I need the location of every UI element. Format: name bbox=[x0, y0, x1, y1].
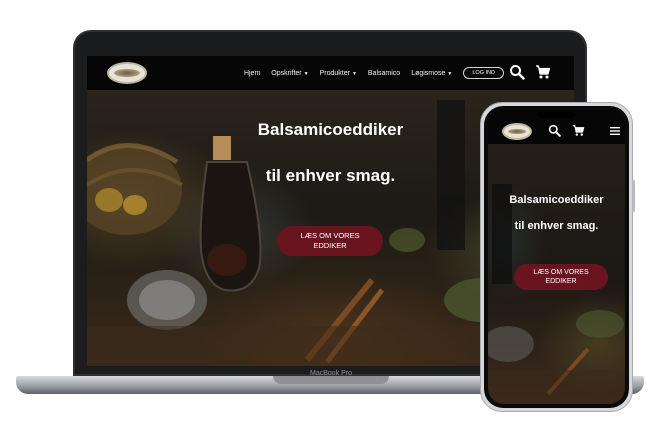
hero-title-line2: til enhver smag. bbox=[514, 220, 599, 232]
nav-links: Hjem Opskrifter ▼ Produkter ▼ Balsamico Lø… bbox=[244, 56, 504, 90]
menu-icon[interactable] bbox=[610, 126, 620, 136]
nav-item-label: Produkter bbox=[319, 69, 350, 77]
button-label: LÆS OM VORES EDDIKER bbox=[533, 268, 588, 286]
button-label-line2: EDDIKER bbox=[313, 241, 347, 250]
caret-down-icon: ▼ bbox=[447, 70, 453, 77]
read-about-vinegars-button[interactable]: LÆS OM VORES EDDIKER bbox=[277, 226, 383, 256]
phone-side-button bbox=[632, 180, 635, 212]
laptop-notch bbox=[273, 376, 389, 384]
hero-title-line1: Balsamicoeddiker bbox=[509, 194, 604, 206]
phone-speaker bbox=[538, 112, 576, 118]
button-label-line1: LÆS OM VORES bbox=[533, 269, 589, 276]
logo-icon[interactable] bbox=[107, 62, 147, 84]
nav-item-label: Opskrifter bbox=[271, 69, 302, 77]
search-icon[interactable] bbox=[509, 64, 525, 80]
nav-item-hjem[interactable]: Hjem bbox=[244, 70, 260, 77]
search-icon[interactable] bbox=[548, 124, 561, 137]
button-label-line2: EDDIKER bbox=[545, 278, 577, 285]
caret-down-icon: ▼ bbox=[351, 70, 357, 77]
caret-down-icon: ▼ bbox=[303, 70, 309, 77]
phone-screen: Balsamicoeddiker til enhver smag. LÆS OM… bbox=[488, 110, 625, 404]
login-button[interactable]: LOG IND bbox=[463, 67, 504, 79]
nav-item-label: Balsamico bbox=[367, 69, 401, 77]
nav-item-logismose[interactable]: Løgismose ▼ bbox=[411, 70, 452, 77]
read-about-vinegars-button[interactable]: LÆS OM VORES EDDIKER bbox=[514, 264, 608, 290]
logo-icon[interactable] bbox=[502, 123, 532, 140]
site-nav: Hjem Opskrifter ▼ Produkter ▼ Balsamico Lø… bbox=[87, 56, 574, 90]
logo-mark bbox=[114, 68, 140, 78]
nav-item-label: Hjem bbox=[243, 69, 261, 77]
nav-item-opskrifter[interactable]: Opskrifter ▼ bbox=[271, 70, 308, 77]
phone-hero-section: Balsamicoeddiker til enhver smag. LÆS OM… bbox=[488, 144, 625, 404]
nav-item-label: Løgismose bbox=[411, 69, 446, 77]
logo-mark bbox=[507, 128, 527, 135]
cart-icon[interactable] bbox=[572, 124, 585, 137]
nav-item-balsamico[interactable]: Balsamico bbox=[368, 70, 400, 77]
button-label-line1: LÆS OM VORES bbox=[300, 231, 360, 240]
cart-icon[interactable] bbox=[535, 64, 551, 80]
nav-item-produkter[interactable]: Produkter ▼ bbox=[320, 70, 357, 77]
